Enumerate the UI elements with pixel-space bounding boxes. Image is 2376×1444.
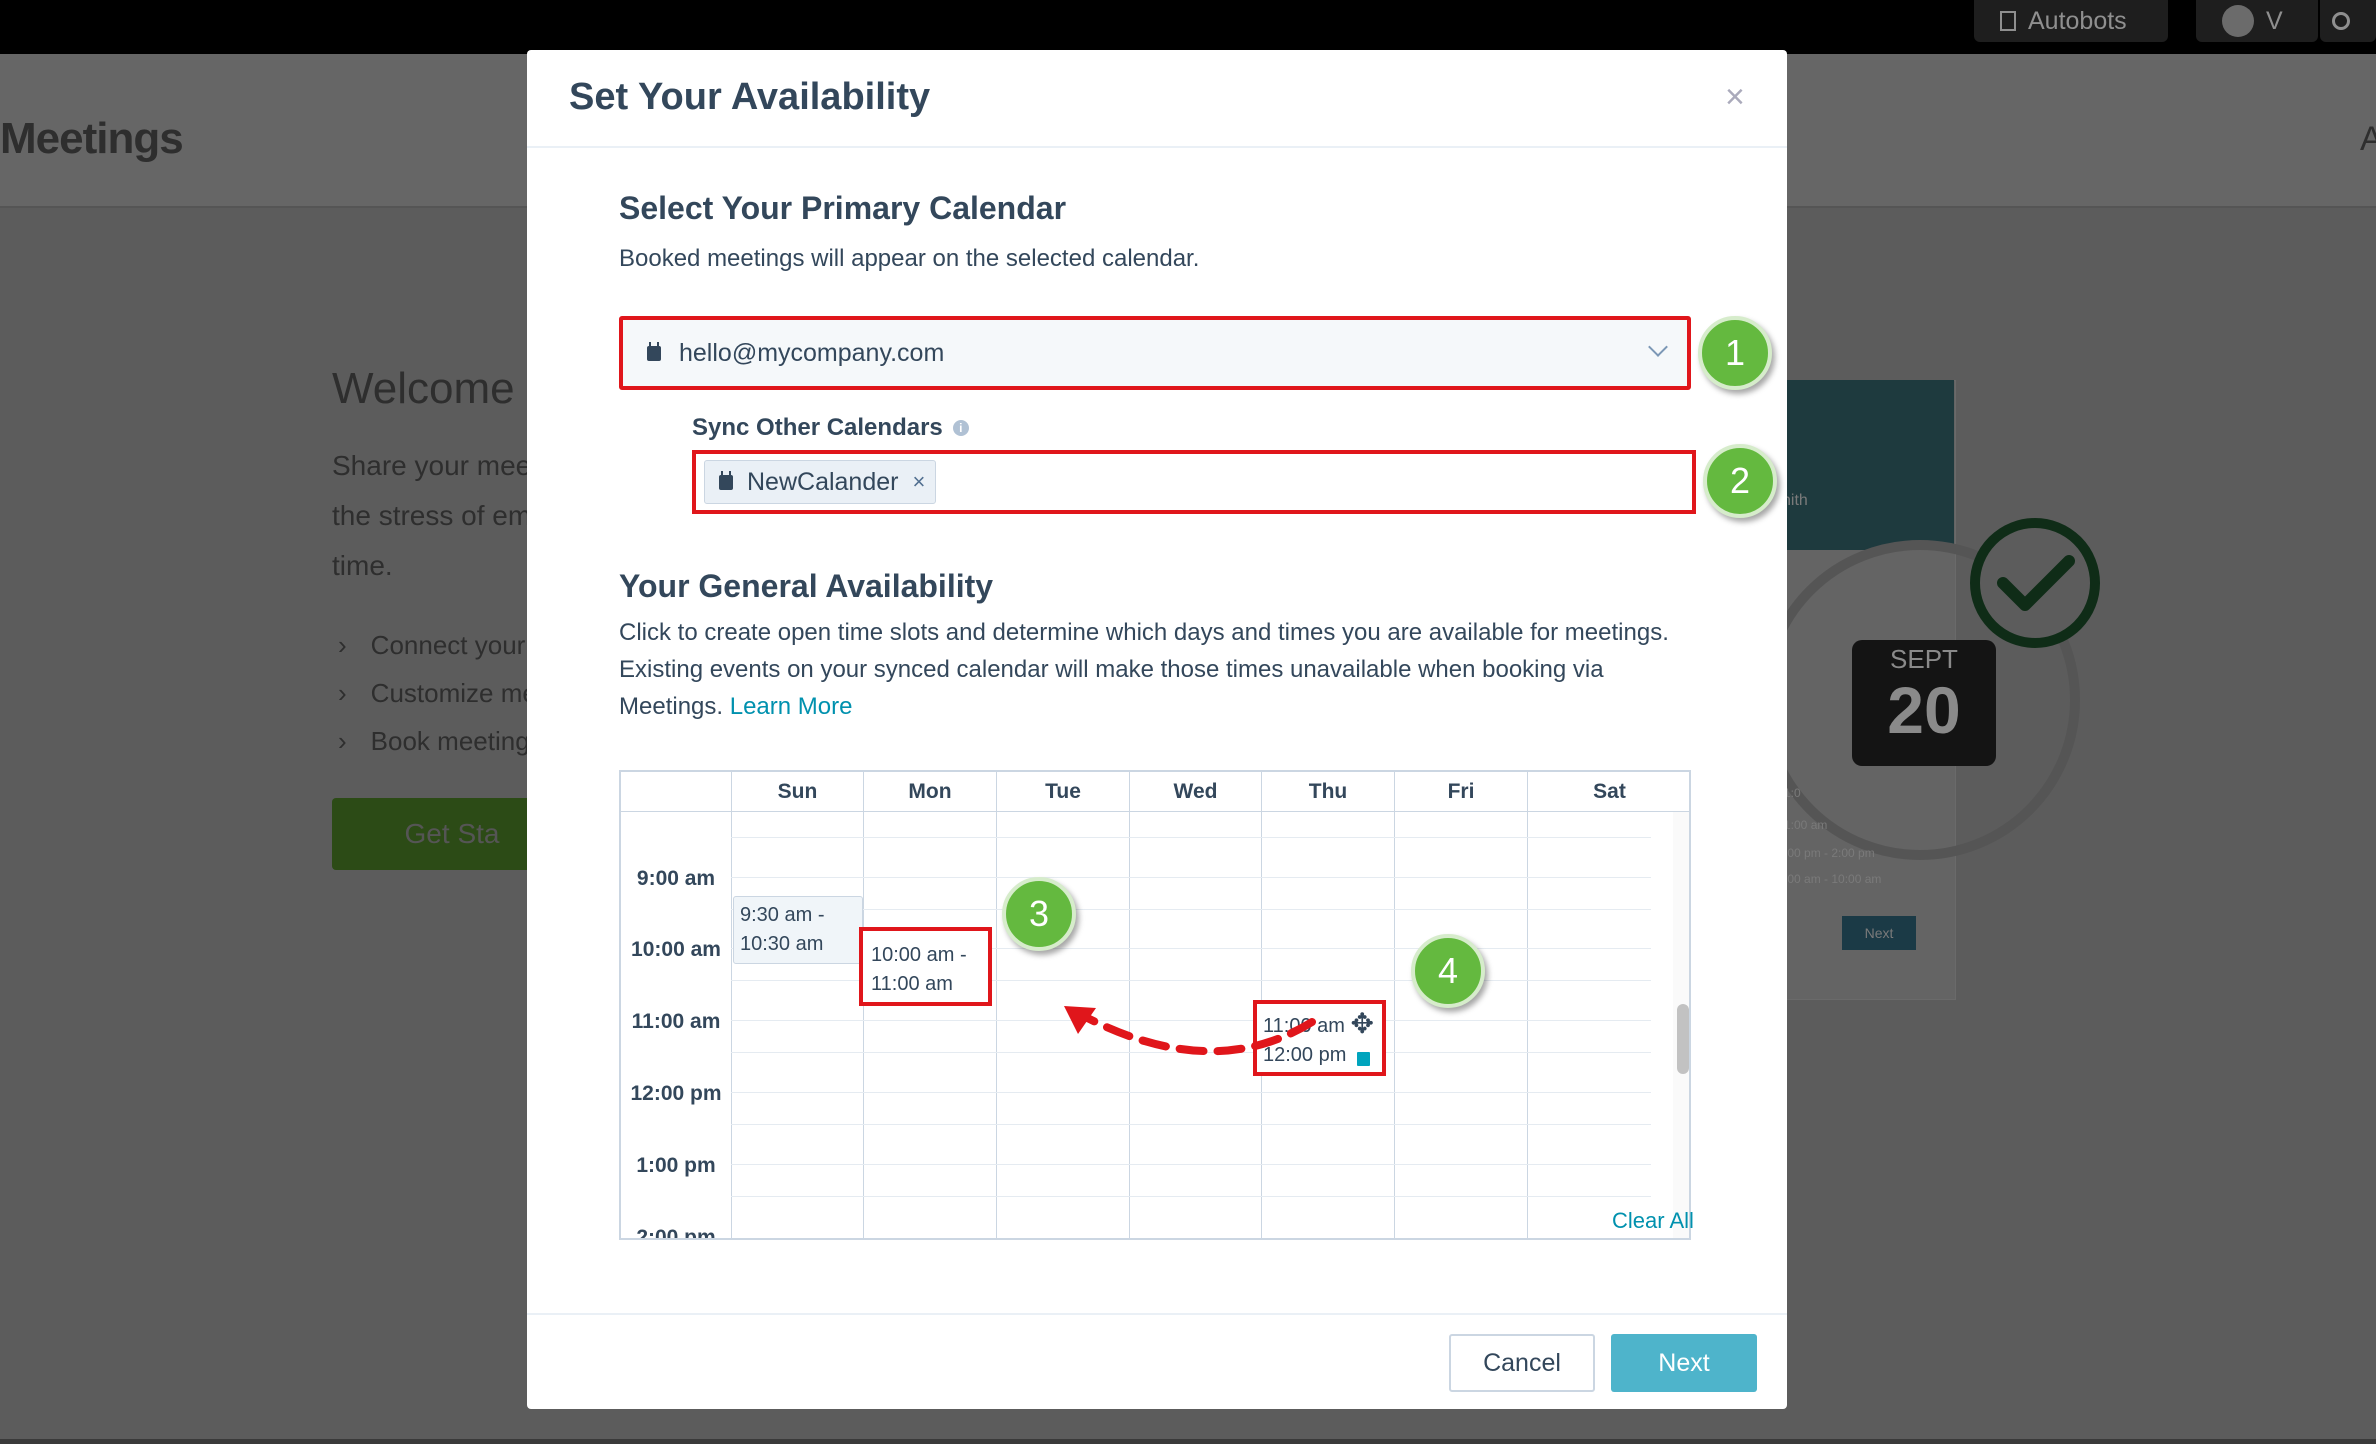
sync-calendars-input[interactable]: NewCalander × — [692, 450, 1696, 514]
availability-description-line: Existing events on your synced calendar … — [619, 656, 1604, 683]
day-header-fri: Fri — [1394, 772, 1527, 812]
info-icon[interactable]: i — [952, 420, 969, 436]
callout-1: 1 — [1698, 316, 1772, 390]
chevron-down-icon — [1648, 337, 1668, 357]
time-slot-sun[interactable]: 9:30 am - 10:30 am — [733, 896, 863, 964]
chevron-right-icon: › — [338, 726, 347, 756]
sync-calendars-label: Sync Other Calendars i — [692, 414, 969, 442]
availability-modal: Set Your Availability × Select Your Prim… — [527, 50, 1787, 1409]
day-header-sat: Sat — [1527, 772, 1689, 812]
header-right-fragment: A — [2360, 120, 2376, 158]
drag-arrow-annotation — [1064, 1006, 1316, 1056]
callout-3: 3 — [1002, 877, 1076, 951]
time-label: 12:00 pm — [630, 1082, 722, 1105]
welcome-description-line: the stress of em — [332, 500, 532, 531]
account-switcher-button[interactable]: Autobots — [1974, 0, 2168, 42]
time-label: 9:00 am — [636, 867, 716, 890]
checkmark-icon — [1970, 518, 2100, 648]
page-title: Meetings — [0, 114, 184, 163]
calendar-tag-label: NewCalander — [747, 467, 899, 496]
availability-description-line: Meetings. Learn More — [619, 693, 853, 720]
callout-2: 2 — [1703, 444, 1777, 518]
list-item: › Book meeting — [338, 726, 530, 756]
availability-description-line: Click to create open time slots and dete… — [619, 619, 1669, 646]
learn-more-link[interactable]: Learn More — [730, 693, 853, 720]
search-icon — [2332, 12, 2350, 30]
time-label: 10:00 am — [631, 938, 721, 961]
modal-footer-divider — [527, 1313, 1787, 1315]
grid-corner — [621, 772, 731, 812]
time-label: 1:00 pm — [636, 1154, 716, 1177]
trash-icon[interactable] — [1357, 1052, 1370, 1066]
cancel-button[interactable]: Cancel — [1449, 1334, 1595, 1392]
chevron-right-icon: › — [338, 678, 347, 708]
account-name: Autobots — [2028, 6, 2127, 35]
list-item: › Connect your — [338, 630, 526, 660]
day-header-wed: Wed — [1129, 772, 1261, 812]
day-header-thu: Thu — [1261, 772, 1394, 812]
welcome-description-line: time. — [332, 550, 393, 581]
clear-all-link[interactable]: Clear All — [1612, 1208, 1694, 1234]
calendar-tag: NewCalander × — [704, 460, 937, 504]
user-menu-button[interactable]: V — [2196, 0, 2318, 42]
grid-scrollbar-thumb[interactable] — [1677, 1004, 1689, 1074]
remove-tag-icon[interactable]: × — [912, 469, 925, 495]
move-icon[interactable]: ✥ — [1351, 1010, 1374, 1038]
illustration-next-button: Next — [1842, 916, 1916, 950]
chevron-right-icon: › — [338, 630, 347, 660]
calendar-icon — [719, 470, 733, 490]
primary-calendar-heading: Select Your Primary Calendar — [619, 190, 1067, 226]
time-label: 2:00 pm — [636, 1226, 716, 1240]
day-header-sun: Sun — [731, 772, 863, 812]
next-button[interactable]: Next — [1611, 1334, 1757, 1392]
welcome-heading: Welcome t — [332, 364, 540, 413]
primary-calendar-description: Booked meetings will appear on the selec… — [619, 245, 1200, 272]
building-icon — [2000, 11, 2016, 31]
calendar-illustration-icon: SEPT 20 — [1852, 640, 1996, 766]
search-button[interactable] — [2320, 0, 2376, 42]
day-header-tue: Tue — [996, 772, 1129, 812]
illustration-banner: nith — [1780, 380, 1954, 550]
time-slot-mon[interactable]: 10:00 am - 11:00 am — [859, 927, 992, 1006]
modal-title: Set Your Availability — [569, 76, 931, 118]
list-item: › Customize me — [338, 678, 537, 708]
availability-heading: Your General Availability — [619, 568, 994, 604]
welcome-description-line: Share your mee — [332, 450, 532, 481]
user-initial: V — [2266, 6, 2283, 35]
primary-calendar-select[interactable]: hello@mycompany.com — [619, 316, 1691, 390]
callout-4: 4 — [1411, 934, 1485, 1008]
time-label: 11:00 am — [631, 1010, 721, 1033]
avatar — [2222, 5, 2254, 37]
primary-calendar-value: hello@mycompany.com — [679, 338, 945, 367]
close-icon[interactable]: × — [1725, 78, 1745, 117]
calendar-icon — [647, 341, 661, 361]
day-header-mon: Mon — [863, 772, 996, 812]
